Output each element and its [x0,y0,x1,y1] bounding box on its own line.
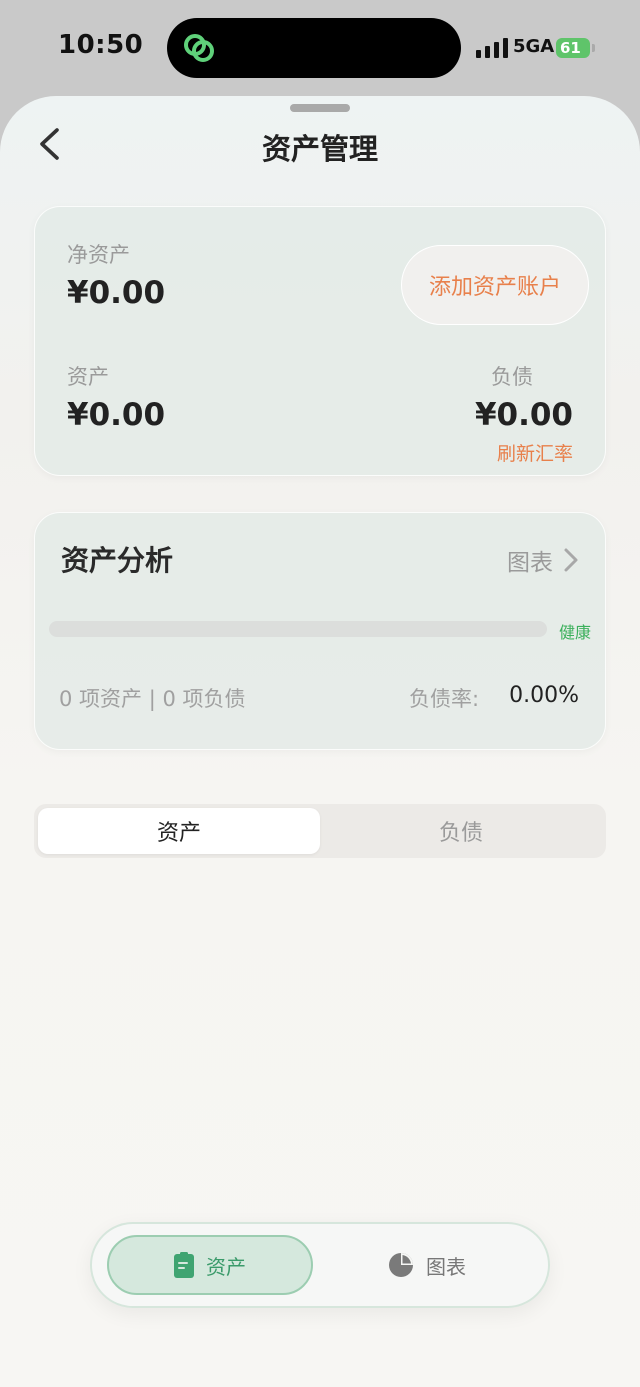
page-title: 资产管理 [261,132,378,166]
item-counts: 0 项资产 | 0 项负债 [59,687,246,711]
battery-level: 61 [560,39,581,57]
health-label: 健康 [558,623,591,642]
analysis-card: 资产分析 图表 健康 0 项资产 | 0 项负债 负债率: 0.00% [34,512,606,750]
add-asset-account-button[interactable]: 添加资产账户 [401,245,589,325]
clipboard-icon [174,1252,194,1278]
asset-sheet: 资产管理 净资产 ¥0.00 添加资产账户 资产 ¥0.00 负债 ¥0.00 … [0,96,640,1387]
tab-chart-label: 图表 [426,1254,466,1279]
battery-cap [592,44,595,52]
status-bar: 10:50 5GA 61 [0,0,640,96]
refresh-rate-link[interactable]: 刷新汇率 [497,439,573,466]
assets-value: ¥0.00 [67,397,166,433]
status-time: 10:50 [58,30,144,60]
debt-ratio-value: 0.00% [509,683,579,708]
net-assets-label: 净资产 [67,243,130,267]
chart-link[interactable]: 图表 [507,543,581,577]
network-label: 5GA [513,36,555,57]
liabilities-label: 负债 [491,365,533,389]
chevron-right-icon [564,548,578,572]
segment-liabilities[interactable]: 负债 [320,808,602,854]
battery-icon: 61 [556,38,590,58]
tab-assets-label: 资产 [206,1254,246,1279]
chart-link-label: 图表 [507,550,553,576]
signal-icon [476,38,508,58]
bottom-tab-bar: 资产 图表 [90,1222,550,1308]
asset-liability-segmented-control: 资产 负债 [34,804,606,858]
health-progress-bar [49,621,547,637]
net-assets-value: ¥0.00 [67,275,166,311]
sheet-grabber[interactable] [290,104,350,112]
assets-label: 资产 [67,365,109,389]
segment-assets[interactable]: 资产 [38,808,320,854]
pie-chart-icon [389,1253,413,1277]
summary-card: 净资产 ¥0.00 添加资产账户 资产 ¥0.00 负债 ¥0.00 刷新汇率 [34,206,606,476]
dynamic-island [167,18,461,78]
debt-ratio-label: 负债率: [409,687,480,711]
tab-chart[interactable]: 图表 [324,1235,530,1295]
liabilities-value: ¥0.00 [474,397,573,433]
tab-assets[interactable]: 资产 [107,1235,313,1295]
analysis-title: 资产分析 [61,544,174,577]
link-rings-icon [184,34,214,62]
